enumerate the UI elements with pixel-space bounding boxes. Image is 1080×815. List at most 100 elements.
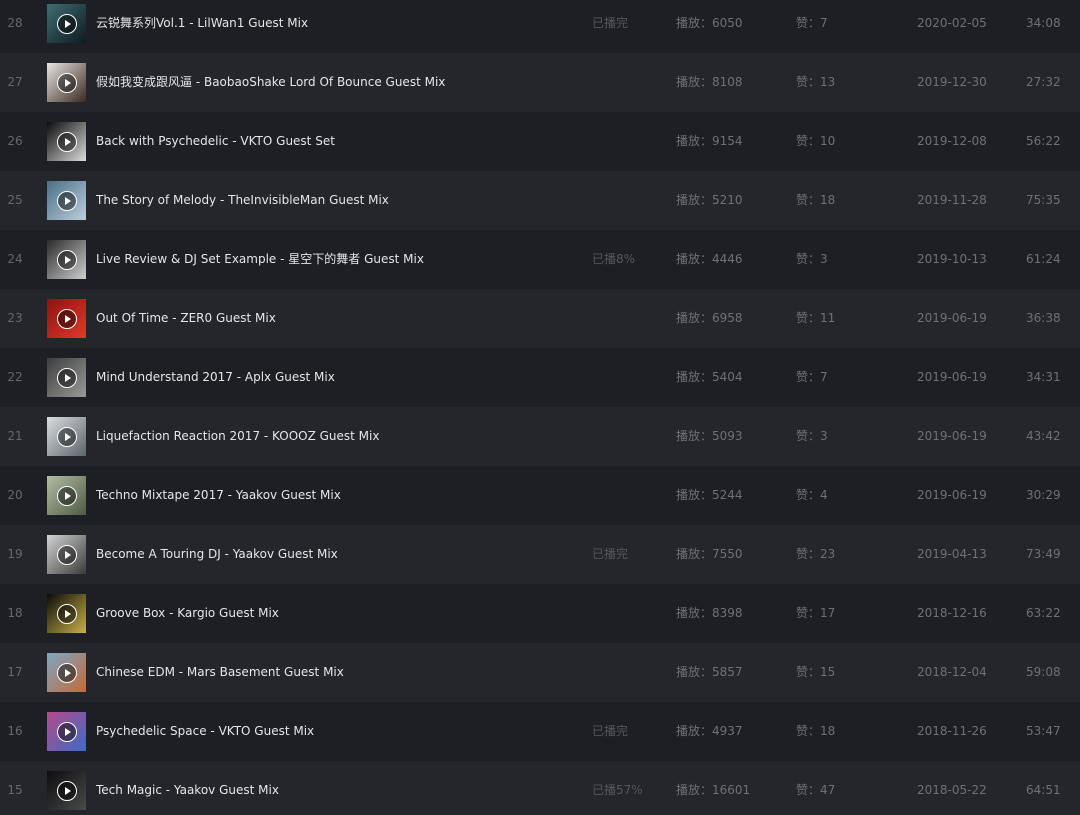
- track-cover[interactable]: [47, 712, 86, 751]
- play-icon[interactable]: [56, 603, 77, 624]
- play-icon[interactable]: [56, 662, 77, 683]
- like-count: 赞：3: [796, 252, 828, 266]
- play-icon[interactable]: [56, 426, 77, 447]
- track-row[interactable]: 17 Chinese EDM - Mars Basement Guest Mix…: [0, 643, 1080, 702]
- track-duration: 36:38: [1026, 311, 1061, 325]
- track-row[interactable]: 20 Techno Mixtape 2017 - Yaakov Guest Mi…: [0, 466, 1080, 525]
- like-count: 赞：10: [796, 134, 836, 148]
- track-title[interactable]: Psychedelic Space - VKTO Guest Mix: [96, 702, 576, 761]
- track-title[interactable]: Tech Magic - Yaakov Guest Mix: [96, 761, 576, 815]
- play-progress: [592, 53, 662, 112]
- play-count: 播放：9154: [676, 134, 743, 148]
- track-duration: 63:22: [1026, 606, 1061, 620]
- track-row[interactable]: 24 Live Review & DJ Set Example - 星空下的舞者…: [0, 230, 1080, 289]
- publish-date: 2018-11-26: [917, 724, 987, 738]
- track-duration: 64:51: [1026, 783, 1061, 797]
- play-icon[interactable]: [56, 308, 77, 329]
- track-number: 22: [7, 370, 23, 384]
- publish-date: 2019-06-19: [917, 488, 987, 502]
- track-title[interactable]: Out Of Time - ZER0 Guest Mix: [96, 289, 576, 348]
- play-count: 播放：4937: [676, 724, 743, 738]
- play-progress: 已播完: [592, 547, 629, 561]
- like-count: 赞：47: [796, 783, 836, 797]
- track-number: 27: [7, 75, 23, 89]
- play-count: 播放：8398: [676, 606, 743, 620]
- track-cover[interactable]: [47, 240, 86, 279]
- play-count: 播放：5210: [676, 193, 743, 207]
- publish-date: 2019-11-28: [917, 193, 987, 207]
- track-duration: 59:08: [1026, 665, 1061, 679]
- play-count: 播放：4446: [676, 252, 743, 266]
- publish-date: 2018-05-22: [917, 783, 987, 797]
- play-progress: [592, 643, 662, 702]
- track-row[interactable]: 21 Liquefaction Reaction 2017 - KOOOZ Gu…: [0, 407, 1080, 466]
- track-title[interactable]: 云锐舞系列Vol.1 - LilWan1 Guest Mix: [96, 0, 576, 53]
- play-icon[interactable]: [56, 485, 77, 506]
- track-cover[interactable]: [47, 771, 86, 810]
- play-icon[interactable]: [56, 190, 77, 211]
- track-row[interactable]: 28 云锐舞系列Vol.1 - LilWan1 Guest Mix 已播完 播放…: [0, 0, 1080, 53]
- track-row[interactable]: 15 Tech Magic - Yaakov Guest Mix 已播57% 播…: [0, 761, 1080, 815]
- play-count: 播放：5244: [676, 488, 743, 502]
- track-row[interactable]: 19 Become A Touring DJ - Yaakov Guest Mi…: [0, 525, 1080, 584]
- like-count: 赞：18: [796, 193, 836, 207]
- track-cover[interactable]: [47, 181, 86, 220]
- track-cover[interactable]: [47, 358, 86, 397]
- track-title[interactable]: Live Review & DJ Set Example - 星空下的舞者 Gu…: [96, 230, 576, 289]
- track-title[interactable]: Techno Mixtape 2017 - Yaakov Guest Mix: [96, 466, 576, 525]
- play-icon[interactable]: [56, 780, 77, 801]
- publish-date: 2019-06-19: [917, 429, 987, 443]
- play-progress: [592, 348, 662, 407]
- track-cover[interactable]: [47, 653, 86, 692]
- track-cover[interactable]: [47, 4, 86, 43]
- track-cover[interactable]: [47, 122, 86, 161]
- track-title[interactable]: Chinese EDM - Mars Basement Guest Mix: [96, 643, 576, 702]
- track-title[interactable]: The Story of Melody - TheInvisibleMan Gu…: [96, 171, 576, 230]
- track-title[interactable]: Mind Understand 2017 - Aplx Guest Mix: [96, 348, 576, 407]
- track-duration: 56:22: [1026, 134, 1061, 148]
- play-icon[interactable]: [56, 131, 77, 152]
- track-row[interactable]: 25 The Story of Melody - TheInvisibleMan…: [0, 171, 1080, 230]
- play-progress: 已播完: [592, 16, 629, 30]
- track-cover[interactable]: [47, 535, 86, 574]
- play-icon[interactable]: [56, 72, 77, 93]
- play-count: 播放：5857: [676, 665, 743, 679]
- play-icon[interactable]: [56, 544, 77, 565]
- play-count: 播放：16601: [676, 783, 751, 797]
- track-cover[interactable]: [47, 417, 86, 456]
- track-row[interactable]: 27 假如我变成跟风逼 - BaobaoShake Lord Of Bounce…: [0, 53, 1080, 112]
- play-icon[interactable]: [56, 367, 77, 388]
- track-row[interactable]: 22 Mind Understand 2017 - Aplx Guest Mix…: [0, 348, 1080, 407]
- track-title[interactable]: Groove Box - Kargio Guest Mix: [96, 584, 576, 643]
- track-cover[interactable]: [47, 63, 86, 102]
- play-icon[interactable]: [56, 13, 77, 34]
- track-duration: 43:42: [1026, 429, 1061, 443]
- track-duration: 61:24: [1026, 252, 1061, 266]
- track-title[interactable]: Become A Touring DJ - Yaakov Guest Mix: [96, 525, 576, 584]
- publish-date: 2019-06-19: [917, 311, 987, 325]
- track-row[interactable]: 16 Psychedelic Space - VKTO Guest Mix 已播…: [0, 702, 1080, 761]
- track-cover[interactable]: [47, 594, 86, 633]
- like-count: 赞：4: [796, 488, 828, 502]
- track-title[interactable]: Liquefaction Reaction 2017 - KOOOZ Guest…: [96, 407, 576, 466]
- track-cover[interactable]: [47, 476, 86, 515]
- track-duration: 27:32: [1026, 75, 1061, 89]
- play-icon[interactable]: [56, 249, 77, 270]
- play-progress: 已播8%: [592, 252, 636, 266]
- track-duration: 53:47: [1026, 724, 1061, 738]
- like-count: 赞：23: [796, 547, 836, 561]
- play-icon[interactable]: [56, 721, 77, 742]
- track-row[interactable]: 18 Groove Box - Kargio Guest Mix 播放：8398…: [0, 584, 1080, 643]
- like-count: 赞：7: [796, 16, 828, 30]
- like-count: 赞：3: [796, 429, 828, 443]
- track-title[interactable]: Back with Psychedelic - VKTO Guest Set: [96, 112, 576, 171]
- play-count: 播放：8108: [676, 75, 743, 89]
- play-progress: 已播57%: [592, 783, 643, 797]
- track-duration: 34:08: [1026, 16, 1061, 30]
- play-progress: [592, 407, 662, 466]
- track-title[interactable]: 假如我变成跟风逼 - BaobaoShake Lord Of Bounce Gu…: [96, 53, 576, 112]
- track-row[interactable]: 26 Back with Psychedelic - VKTO Guest Se…: [0, 112, 1080, 171]
- track-cover[interactable]: [47, 299, 86, 338]
- track-number: 28: [7, 16, 23, 30]
- track-row[interactable]: 23 Out Of Time - ZER0 Guest Mix 播放：6958 …: [0, 289, 1080, 348]
